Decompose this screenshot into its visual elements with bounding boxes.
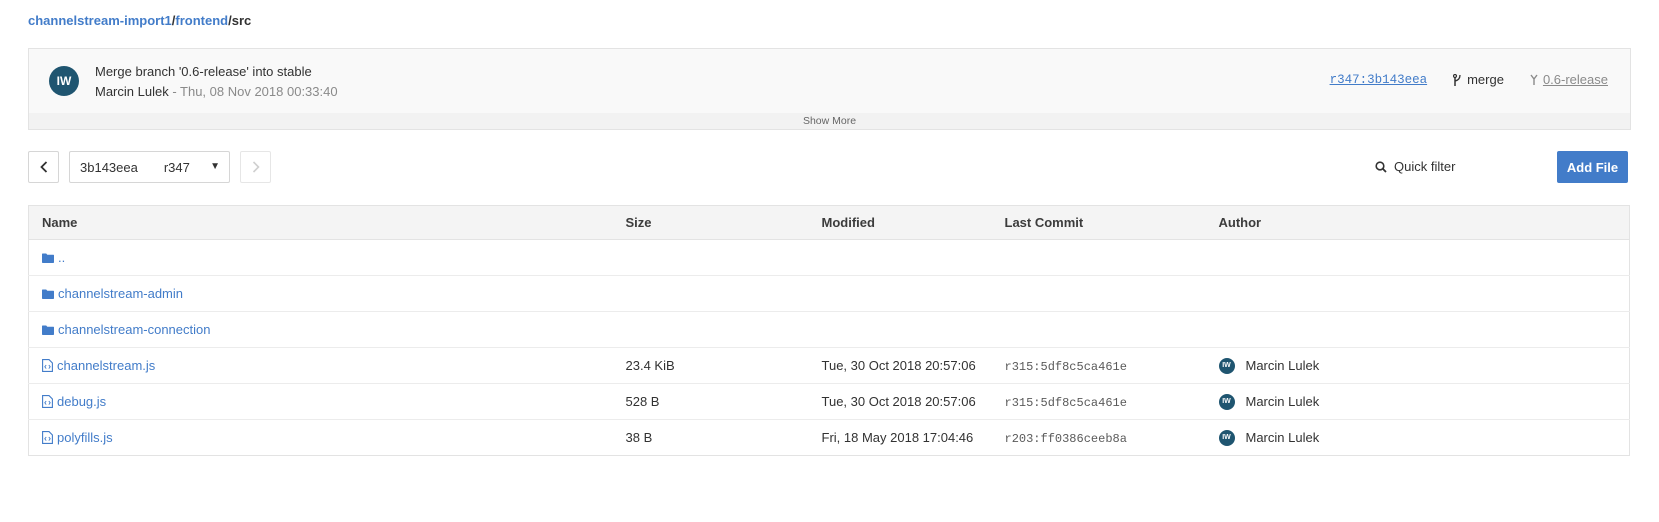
commit-selector-hash: 3b143eea — [80, 159, 138, 175]
caret-down-icon: ▼ — [210, 161, 220, 172]
author-cell — [1218, 275, 1630, 312]
last-commit-hash[interactable]: r315:5df8c5ca461e — [1005, 396, 1127, 410]
size-cell: 528 B — [625, 383, 822, 420]
table-row[interactable]: channelstream-admin — [28, 275, 1630, 312]
column-header-name[interactable]: Name — [28, 205, 626, 240]
commit-author-line: Marcin Lulek - Thu, 08 Nov 2018 00:33:40 — [95, 84, 338, 99]
breadcrumb-repo-link[interactable]: channelstream-import1 — [28, 13, 172, 28]
modified-cell: Fri, 18 May 2018 17:04:46 — [821, 419, 1005, 456]
author-cell — [1218, 239, 1630, 276]
file-table: Name Size Modified Last Commit Author ..… — [28, 205, 1630, 456]
column-header-modified[interactable]: Modified — [821, 205, 1005, 240]
author-cell — [1218, 311, 1630, 348]
author-cell: IW Marcin Lulek — [1218, 383, 1630, 420]
last-commit-cell: r315:5df8c5ca461e — [1004, 383, 1219, 420]
branch-link[interactable]: 0.6-release — [1530, 72, 1608, 87]
last-commit-cell: r315:5df8c5ca461e — [1004, 347, 1219, 384]
folder-link[interactable]: channelstream-connection — [58, 322, 210, 337]
breadcrumb-frontend-link[interactable]: frontend — [175, 13, 228, 28]
folder-link[interactable]: .. — [58, 250, 65, 265]
commit-date: - Thu, 08 Nov 2018 00:33:40 — [168, 84, 338, 99]
name-cell: channelstream.js — [28, 347, 626, 384]
commit-selector-rev: r347 — [163, 159, 190, 175]
table-row[interactable]: debug.js 528 B Tue, 30 Oct 2018 20:57:06 r3… — [28, 383, 1630, 420]
file-browser-toolbar: 3b143eea r347 ▼ Quick filter Add File — [28, 151, 1631, 183]
previous-commit-button[interactable] — [28, 151, 59, 183]
last-commit-cell — [1004, 239, 1219, 276]
merge-label: merge — [1467, 72, 1504, 87]
author-name: Marcin Lulek — [1245, 394, 1320, 409]
next-commit-button[interactable] — [240, 151, 271, 183]
file-link[interactable]: debug.js — [57, 394, 106, 409]
modified-cell — [821, 239, 1005, 276]
column-header-size[interactable]: Size — [625, 205, 822, 240]
table-row[interactable]: .. — [28, 239, 1630, 276]
file-code-icon — [42, 395, 53, 408]
last-commit-cell — [1004, 275, 1219, 312]
author-cell: IW Marcin Lulek — [1218, 347, 1630, 384]
name-cell: channelstream-connection — [28, 311, 626, 348]
last-commit-hash[interactable]: r203:ff0386ceeb8a — [1005, 432, 1127, 446]
table-row[interactable]: channelstream-connection — [28, 311, 1630, 348]
folder-icon — [42, 253, 54, 263]
size-cell — [625, 275, 822, 312]
column-header-author[interactable]: Author — [1218, 205, 1630, 240]
table-row[interactable]: polyfills.js 38 B Fri, 18 May 2018 17:04:4… — [28, 419, 1630, 456]
file-link[interactable]: polyfills.js — [57, 430, 113, 445]
commit-selector[interactable]: 3b143eea r347 ▼ — [69, 151, 230, 183]
folder-icon — [42, 289, 54, 299]
quick-filter-label: Quick filter — [1394, 159, 1456, 174]
file-code-icon — [42, 359, 53, 372]
chevron-right-icon — [252, 161, 260, 173]
chevron-left-icon — [39, 161, 47, 173]
commit-author-name: Marcin Lulek — [95, 84, 169, 99]
commit-hash-link[interactable]: r347:3b143eea — [1330, 73, 1428, 87]
modified-cell — [821, 275, 1005, 312]
name-cell: debug.js — [28, 383, 626, 420]
commit-message: Merge branch '0.6-release' into stable — [95, 64, 312, 79]
column-header-last-commit[interactable]: Last Commit — [1004, 205, 1219, 240]
author-avatar[interactable]: IW — [49, 66, 79, 96]
commit-summary-panel: IW Merge branch '0.6-release' into stabl… — [28, 48, 1631, 130]
author-avatar[interactable]: IW — [1218, 429, 1235, 446]
breadcrumb-current: src — [231, 13, 252, 28]
branch-icon — [1530, 74, 1538, 85]
commit-meta: r347:3b143eea merge 0.6-release — [1330, 72, 1608, 87]
table-row[interactable]: channelstream.js 23.4 KiB Tue, 30 Oct 2018… — [28, 347, 1630, 384]
name-cell: channelstream-admin — [28, 275, 626, 312]
breadcrumb: channelstream-import1/frontend/src — [28, 13, 251, 28]
author-avatar[interactable]: IW — [1218, 357, 1235, 374]
name-cell: polyfills.js — [28, 419, 626, 456]
file-code-icon — [42, 431, 53, 444]
quick-filter[interactable]: Quick filter — [1375, 159, 1455, 174]
size-cell: 38 B — [625, 419, 822, 456]
branch-label: 0.6-release — [1542, 72, 1608, 87]
add-file-button[interactable]: Add File — [1557, 151, 1628, 183]
author-avatar[interactable]: IW — [1218, 393, 1235, 410]
size-cell: 23.4 KiB — [625, 347, 822, 384]
modified-cell: Tue, 30 Oct 2018 20:57:06 — [821, 347, 1005, 384]
folder-link[interactable]: channelstream-admin — [58, 286, 183, 301]
last-commit-cell: r203:ff0386ceeb8a — [1004, 419, 1219, 456]
last-commit-hash[interactable]: r315:5df8c5ca461e — [1005, 360, 1127, 374]
author-name: Marcin Lulek — [1245, 430, 1320, 445]
search-icon — [1375, 160, 1387, 173]
folder-icon — [42, 325, 54, 335]
table-header-row: Name Size Modified Last Commit Author — [28, 205, 1630, 240]
author-cell: IW Marcin Lulek — [1218, 419, 1630, 456]
author-name: Marcin Lulek — [1245, 358, 1320, 373]
modified-cell — [821, 311, 1005, 348]
merge-icon — [1453, 73, 1461, 86]
name-cell: .. — [28, 239, 626, 276]
last-commit-cell — [1004, 311, 1219, 348]
merge-indicator: merge — [1453, 72, 1504, 87]
size-cell — [625, 239, 822, 276]
size-cell — [625, 311, 822, 348]
show-more-button[interactable]: Show More — [29, 113, 1630, 129]
file-link[interactable]: channelstream.js — [57, 358, 155, 373]
modified-cell: Tue, 30 Oct 2018 20:57:06 — [821, 383, 1005, 420]
